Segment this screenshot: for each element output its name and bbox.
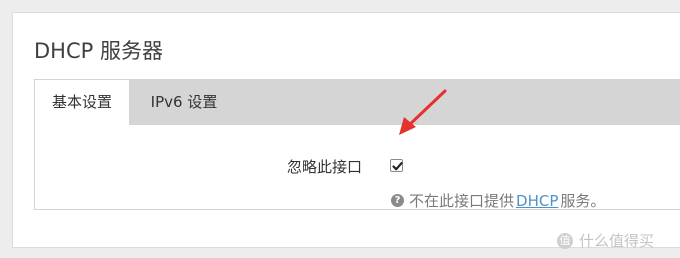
watermark-text: 什么值得买 [579, 232, 655, 250]
dhcp-link[interactable]: DHCP [516, 192, 558, 210]
annotation-arrow-icon [399, 89, 447, 135]
help-text-after: 服务。 [560, 192, 606, 210]
help-text: ? 不在此接口提供 DHCP 服务。 [391, 190, 605, 211]
tab-basic-settings[interactable]: 基本设置 [35, 80, 129, 126]
panel-title: DHCP 服务器 [34, 39, 163, 63]
help-text-before: 不在此接口提供 [409, 192, 515, 210]
question-circle-icon: ? [391, 194, 404, 207]
checkmark-icon [392, 162, 403, 171]
ignore-interface-checkbox[interactable] [390, 159, 403, 172]
watermark: 值 什么值得买 [557, 230, 654, 251]
dhcp-server-panel: DHCP 服务器 基本设置 IPv6 设置 忽略此接口 ? 不在此接口提供 DH… [12, 12, 680, 248]
watermark-logo-icon: 值 [557, 232, 573, 249]
tab-ipv6-settings[interactable]: IPv6 设置 [129, 80, 239, 125]
tab-bar: 基本设置 IPv6 设置 [35, 80, 680, 126]
ignore-interface-label: 忽略此接口 [287, 158, 363, 176]
tab-container: 基本设置 IPv6 设置 忽略此接口 ? 不在此接口提供 DHCP 服务。 [34, 79, 680, 210]
